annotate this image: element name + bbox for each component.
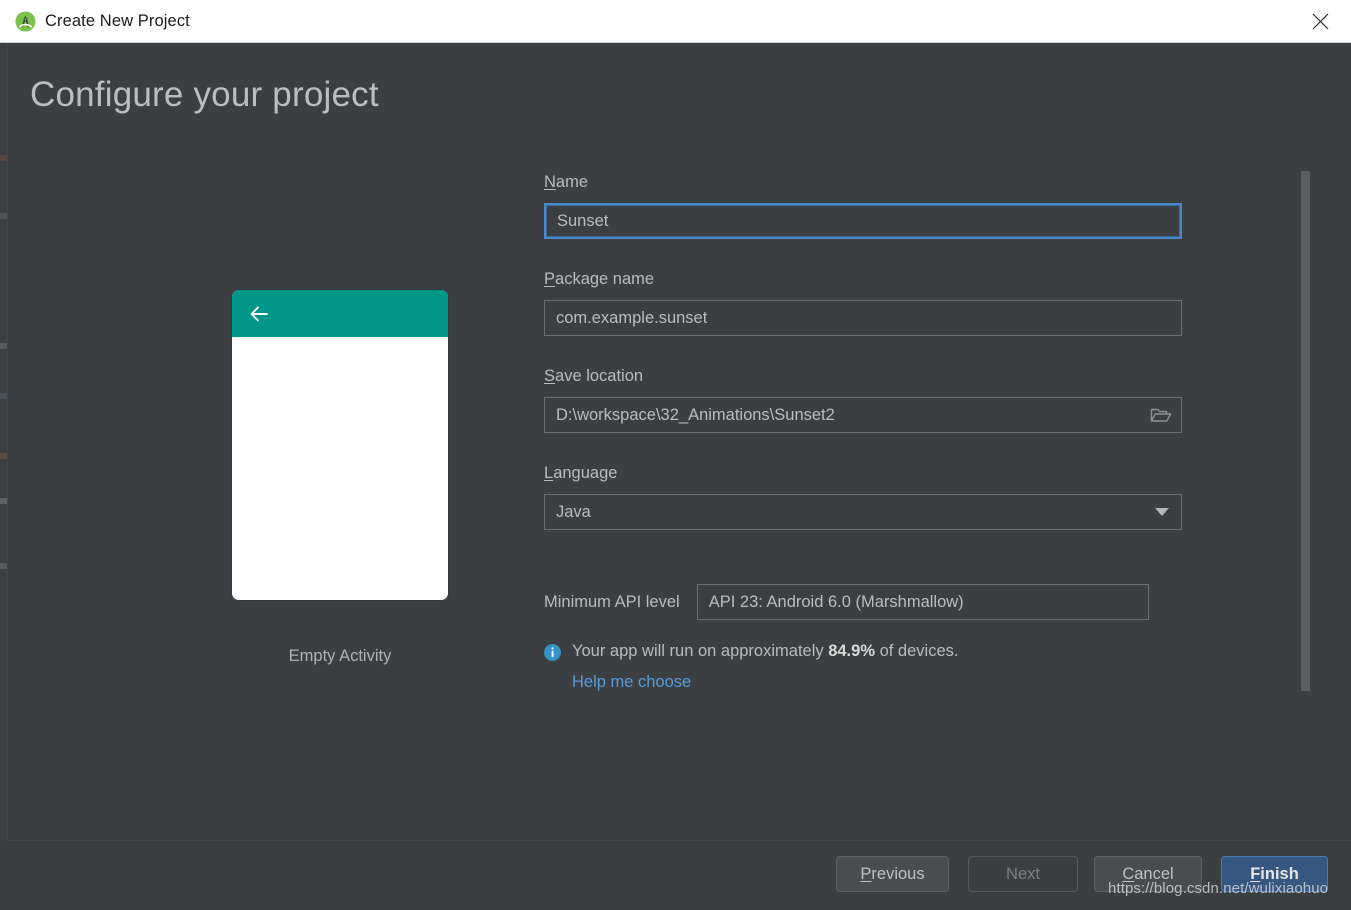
language-label: Language [544, 464, 617, 483]
finish-button-mnemonic: F [1250, 864, 1261, 883]
device-coverage-info: Your app will run on approximately 84.9%… [544, 641, 1184, 662]
window-left-edge [0, 43, 8, 910]
cancel-button-rest: ancel [1134, 864, 1174, 883]
dialog-footer: Previous Next Cancel Finish [0, 842, 1351, 910]
edge-artifact [0, 213, 7, 219]
info-icon [544, 644, 561, 661]
finish-button[interactable]: Finish [1221, 856, 1328, 892]
edge-artifact [0, 453, 7, 459]
name-label-rest: ame [555, 173, 589, 191]
edge-artifact [0, 343, 7, 349]
min-api-row: Minimum API level API 23: Android 6.0 (M… [544, 584, 1184, 620]
cancel-button-mnemonic: C [1122, 864, 1135, 883]
min-api-select-value: API 23: Android 6.0 (Marshmallow) [708, 592, 964, 611]
package-name-label: Package name [544, 270, 654, 289]
previous-button[interactable]: Previous [836, 856, 949, 892]
android-studio-icon [15, 11, 36, 32]
name-label-mnemonic: N [544, 173, 556, 191]
window-title-bar: Create New Project [0, 0, 1351, 43]
save-location-label-rest: ave location [555, 367, 644, 385]
package-name-label-rest: ackage name [555, 270, 655, 288]
folder-icon[interactable] [1150, 406, 1172, 424]
coverage-text-after: of devices. [875, 642, 959, 660]
finish-button-rest: inish [1260, 864, 1299, 883]
chevron-down-icon [1155, 508, 1169, 516]
language-label-rest: anguage [553, 464, 618, 482]
template-preview: Empty Activity [232, 290, 448, 666]
language-select-value: Java [556, 502, 591, 521]
project-config-form: Name Sunset Package name com.example.sun… [544, 173, 1184, 692]
name-label: Name [544, 173, 588, 192]
scrollbar-thumb[interactable] [1301, 171, 1310, 691]
device-coverage-text: Your app will run on approximately 84.9%… [572, 641, 958, 662]
edge-artifact [0, 155, 7, 161]
create-new-project-dialog: Create New Project Configure your projec… [0, 0, 1351, 910]
name-field-block: Name Sunset [544, 173, 1184, 239]
cancel-button[interactable]: Cancel [1094, 856, 1202, 892]
coverage-percent: 84.9% [828, 642, 875, 660]
save-location-field-block: Save location D:\workspace\32_Animations… [544, 367, 1184, 433]
name-input-value: Sunset [557, 211, 609, 230]
min-api-label: Minimum API level [544, 592, 680, 611]
footer-divider [8, 840, 1351, 841]
dialog-content: Configure your project Empty Activity Na… [0, 43, 1351, 910]
vertical-scrollbar[interactable] [1301, 171, 1310, 731]
package-name-input[interactable]: com.example.sunset [544, 300, 1182, 336]
language-field-block: Language Java [544, 464, 1184, 530]
phone-canvas [232, 337, 448, 600]
package-name-field-block: Package name com.example.sunset [544, 270, 1184, 336]
next-button[interactable]: Next [968, 856, 1078, 892]
coverage-text-before: Your app will run on approximately [572, 642, 829, 660]
window-title: Create New Project [45, 11, 190, 30]
language-select[interactable]: Java [544, 494, 1182, 530]
previous-button-rest: revious [871, 864, 925, 883]
save-location-label-mnemonic: S [544, 367, 556, 385]
save-location-input-value: D:\workspace\32_Animations\Sunset2 [556, 405, 835, 424]
previous-button-mnemonic: P [860, 864, 872, 883]
name-input[interactable]: Sunset [544, 203, 1182, 239]
save-location-label: Save location [544, 367, 643, 386]
phone-app-bar [232, 290, 448, 337]
min-api-select[interactable]: API 23: Android 6.0 (Marshmallow) [696, 584, 1149, 620]
phone-mockup [232, 290, 448, 600]
save-location-input[interactable]: D:\workspace\32_Animations\Sunset2 [544, 397, 1182, 433]
language-label-mnemonic: L [544, 464, 554, 482]
close-icon[interactable] [1289, 0, 1351, 42]
edge-artifact [0, 393, 7, 399]
template-name-label: Empty Activity [288, 647, 392, 665]
edge-artifact [0, 498, 7, 504]
help-me-choose-link[interactable]: Help me choose [572, 673, 691, 692]
page-title: Configure your project [30, 75, 379, 114]
package-name-label-mnemonic: P [544, 270, 556, 288]
next-button-label: Next [1006, 864, 1040, 883]
arrow-left-icon [246, 301, 272, 327]
package-name-input-value: com.example.sunset [556, 308, 708, 327]
edge-artifact [0, 563, 7, 569]
